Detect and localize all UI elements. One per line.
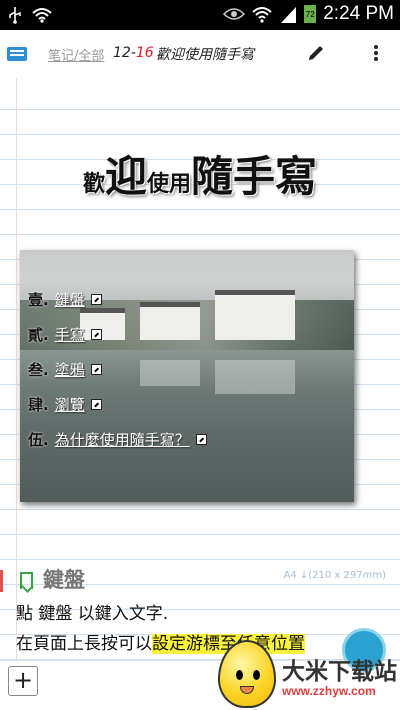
menu-link[interactable]: 手寫 xyxy=(55,324,85,345)
menu-item-doodle[interactable]: 叁. 塗鴉 xyxy=(28,352,207,387)
wifi-signal-icon xyxy=(252,7,272,23)
bookmark-icon xyxy=(20,572,33,589)
menu-number: 伍. xyxy=(28,431,49,449)
menu-number: 貳. xyxy=(28,326,49,344)
cell-signal-icon xyxy=(281,7,297,23)
add-button[interactable]: + xyxy=(8,666,38,696)
external-link-icon xyxy=(90,399,102,410)
external-link-icon xyxy=(90,364,102,375)
breadcrumb[interactable]: 笔记/全部 xyxy=(48,45,104,64)
welcome-part: 隨手寫 xyxy=(191,152,318,201)
welcome-part: 歡 xyxy=(82,172,105,197)
date-month: 12 xyxy=(113,45,131,61)
welcome-heading: 歡迎使用隨手寫 xyxy=(0,143,400,204)
toolbar: 笔记/全部 12-16 歡迎使用隨手寫 xyxy=(0,30,400,78)
watermark-mouth xyxy=(240,686,254,694)
body-text: 點 鍵盤 以鍵入文字. xyxy=(16,604,169,624)
watermark-text: 大米下载站 xyxy=(282,659,397,685)
date-day: 16 xyxy=(135,45,154,61)
menu-item-browse[interactable]: 肆. 瀏覽 xyxy=(28,387,207,422)
photo-house xyxy=(215,290,295,340)
status-bar: 72 2:24 PM xyxy=(0,0,400,30)
menu-item-why[interactable]: 伍. 為什麼使用隨手寫？ xyxy=(28,422,207,457)
menu-item-handwriting[interactable]: 貳. 手寫 xyxy=(28,317,207,352)
more-vert-icon[interactable] xyxy=(366,42,386,64)
battery-icon: 72 xyxy=(304,5,317,23)
watermark-url: www.zzhyw.com xyxy=(282,684,376,698)
external-link-icon xyxy=(90,294,102,305)
menu-number: 叁. xyxy=(28,361,49,379)
watermark-eye xyxy=(236,670,243,680)
menu-number: 肆. xyxy=(28,396,49,414)
menu-number: 壹. xyxy=(28,291,49,309)
menu-link[interactable]: 鍵盤 xyxy=(55,289,85,310)
feature-menu: 壹. 鍵盤 貳. 手寫 叁. 塗鴉 肆. 瀏覽 伍. 為什麼使用隨手寫？ xyxy=(28,282,207,457)
watermark-eye xyxy=(253,670,260,680)
menu-icon[interactable] xyxy=(7,47,27,61)
welcome-part: 使用 xyxy=(147,172,192,197)
eye-icon xyxy=(223,8,246,20)
note-date: 12-16 xyxy=(113,45,154,61)
menu-item-keyboard[interactable]: 壹. 鍵盤 xyxy=(28,282,207,317)
clock: 2:24 PM xyxy=(323,3,394,24)
section-title: 鍵盤 xyxy=(43,568,85,592)
external-link-icon xyxy=(90,329,102,340)
section-marker xyxy=(0,570,3,592)
welcome-part: 迎 xyxy=(104,152,147,201)
menu-link[interactable]: 塗鴉 xyxy=(55,359,85,380)
usb-icon xyxy=(9,7,21,24)
paper-size-label: A4 ↓(210 x 297mm) xyxy=(283,570,387,581)
menu-link[interactable]: 為什麼使用隨手寫？ xyxy=(55,429,190,450)
pen-icon[interactable] xyxy=(305,42,327,64)
wifi-icon xyxy=(32,8,52,23)
external-link-icon xyxy=(195,434,207,445)
photo-reflection xyxy=(215,360,295,394)
note-title: 歡迎使用隨手寫 xyxy=(156,47,254,63)
menu-link[interactable]: 瀏覽 xyxy=(55,394,85,415)
body-text-plain: 在頁面上長按可以 xyxy=(16,634,152,654)
note-page[interactable]: 歡迎使用隨手寫 壹. 鍵盤 貳. 手寫 叁. 塗鴉 肆. 瀏覽 伍. 為什麼使用… xyxy=(0,78,400,660)
lake-photo: 壹. 鍵盤 貳. 手寫 叁. 塗鴉 肆. 瀏覽 伍. 為什麼使用隨手寫？ xyxy=(20,250,354,502)
